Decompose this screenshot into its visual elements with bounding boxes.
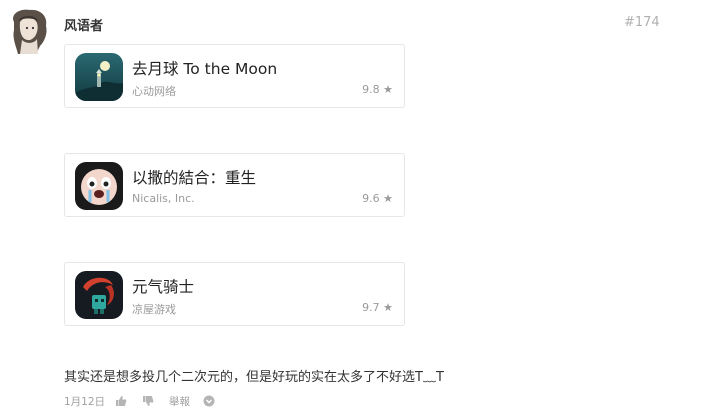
thumbs-down-icon[interactable] (142, 395, 154, 407)
post-date: 1月12日 (64, 395, 106, 408)
app-card-to-the-moon[interactable]: 去月球 To the Moon 心动网络 9.8 ★ (64, 44, 405, 108)
app-rating: 9.7 ★ (362, 301, 393, 314)
thumbs-up-icon[interactable] (115, 395, 127, 407)
post-footer: 1月12日 舉報 (64, 393, 230, 409)
app-developer: 凉屋游戏 (132, 303, 176, 316)
app-developer: 心动网络 (132, 85, 176, 98)
app-developer: Nicalis, Inc. (132, 192, 195, 205)
binding-of-isaac-icon (75, 162, 123, 210)
avatar[interactable] (6, 8, 50, 56)
app-rating: 9.6 ★ (362, 192, 393, 205)
app-card-soul-knight[interactable]: 元气骑士 凉屋游戏 9.7 ★ (64, 262, 405, 326)
soul-knight-icon (75, 271, 123, 319)
report-link[interactable]: 舉報 (169, 394, 190, 409)
app-card-binding-of-isaac[interactable]: 以撒的結合：重生 Nicalis, Inc. 9.6 ★ (64, 153, 405, 217)
more-icon[interactable] (203, 395, 215, 407)
post-number: #174 (624, 15, 660, 30)
username[interactable]: 风语者 (64, 15, 103, 34)
app-name: 以撒的結合：重生 (132, 169, 257, 187)
app-rating: 9.8 ★ (362, 83, 393, 96)
app-name: 元气骑士 (132, 278, 195, 296)
app-name: 去月球 To the Moon (132, 60, 278, 78)
user-avatar-icon (13, 9, 47, 54)
comment-text: 其实还是想多投几个二次元的，但是好玩的实在太多了不好选T﹏T (64, 370, 444, 385)
to-the-moon-icon (75, 53, 123, 101)
